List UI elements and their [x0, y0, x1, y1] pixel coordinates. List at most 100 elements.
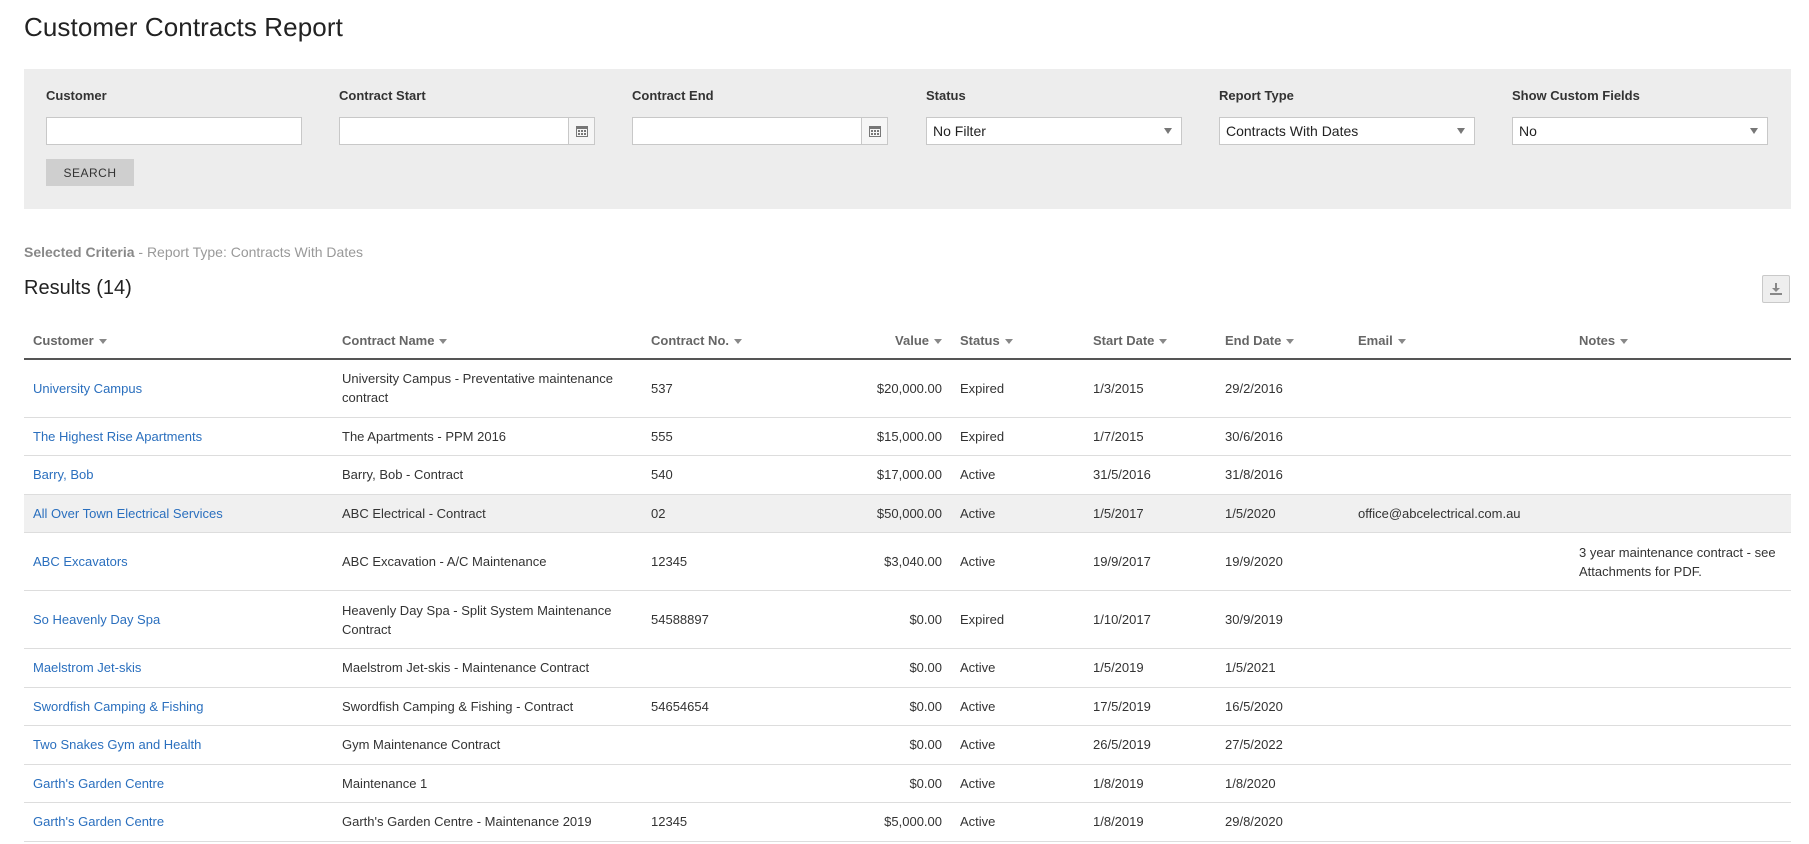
cell-value: $0.00 — [793, 764, 951, 803]
search-button[interactable]: SEARCH — [46, 159, 134, 186]
cell-status: Expired — [951, 359, 1084, 418]
customer-link[interactable]: Swordfish Camping & Fishing — [33, 699, 204, 714]
cell-contract-no — [642, 648, 793, 688]
sort-caret-icon[interactable] — [1004, 338, 1013, 344]
contract-end-input[interactable] — [632, 117, 888, 145]
cell-email — [1349, 359, 1570, 418]
cell-contract-name: Gym Maintenance Contract — [333, 725, 642, 765]
cell-notes — [1570, 687, 1791, 726]
cell-notes — [1570, 725, 1791, 765]
calendar-icon[interactable] — [861, 118, 887, 144]
cell-status: Active — [951, 494, 1084, 533]
cell-email — [1349, 687, 1570, 726]
status-select[interactable]: No Filter — [926, 117, 1182, 145]
column-header-status[interactable]: Status — [951, 322, 1084, 360]
cell-customer: ABC Excavators — [24, 532, 333, 591]
customer-link[interactable]: Two Snakes Gym and Health — [33, 737, 201, 752]
cell-end: 1/5/2020 — [1216, 494, 1349, 533]
sort-caret-icon[interactable] — [1286, 338, 1295, 344]
customer-link[interactable]: University Campus — [33, 381, 142, 396]
report-type-select[interactable]: Contracts With Dates — [1219, 117, 1475, 145]
cell-start: 1/5/2017 — [1084, 494, 1216, 533]
cell-email — [1349, 417, 1570, 456]
customer-link[interactable]: The Highest Rise Apartments — [33, 429, 202, 444]
column-header-contract-no[interactable]: Contract No. — [642, 322, 793, 360]
customer-link[interactable]: So Heavenly Day Spa — [33, 612, 160, 627]
calendar-icon[interactable] — [568, 118, 594, 144]
sort-caret-icon[interactable] — [98, 338, 107, 344]
column-header-contract-name[interactable]: Contract Name — [333, 322, 642, 360]
column-header-email[interactable]: Email — [1349, 322, 1570, 360]
cell-customer: All Over Town Electrical Services — [24, 494, 333, 533]
cell-email — [1349, 802, 1570, 842]
cell-end: 29/2/2016 — [1216, 359, 1349, 418]
export-button[interactable] — [1762, 275, 1790, 303]
cell-end: 30/6/2016 — [1216, 417, 1349, 456]
table-row: Two Snakes Gym and Health Gym Maintenance… — [24, 725, 1791, 765]
cell-customer: The Highest Rise Apartments — [24, 417, 333, 456]
customer-input[interactable] — [46, 117, 302, 145]
table-row: Garth's Garden Centre Garth's Garden Cent… — [24, 802, 1791, 842]
sort-caret-icon[interactable] — [734, 338, 742, 344]
cell-email — [1349, 764, 1570, 803]
customer-link[interactable]: Garth's Garden Centre — [33, 814, 164, 829]
cell-value: $3,040.00 — [793, 532, 951, 591]
cell-value: $0.00 — [793, 590, 951, 649]
cell-notes — [1570, 764, 1791, 803]
cell-end: 1/5/2021 — [1216, 648, 1349, 688]
cell-status: Active — [951, 802, 1084, 842]
table-row: University Campus University Campus - Pre… — [24, 359, 1791, 418]
cell-notes — [1570, 359, 1791, 418]
cell-contract-name: The Apartments - PPM 2016 — [333, 417, 642, 456]
cell-value: $20,000.00 — [793, 359, 951, 418]
customer-link[interactable]: Garth's Garden Centre — [33, 776, 164, 791]
customer-link[interactable]: ABC Excavators — [33, 554, 128, 569]
table-row: Maelstrom Jet-skis Maelstrom Jet-skis - M… — [24, 648, 1791, 688]
cell-start: 17/5/2019 — [1084, 687, 1216, 726]
column-header-label: Customer — [33, 332, 94, 348]
cell-end: 29/8/2020 — [1216, 802, 1349, 842]
column-header-value[interactable]: Value — [793, 322, 951, 360]
cell-notes — [1570, 417, 1791, 456]
cell-contract-no: 555 — [642, 417, 793, 456]
column-header-start[interactable]: Start Date — [1084, 322, 1216, 360]
cell-status: Active — [951, 764, 1084, 803]
cell-contract-no: 54588897 — [642, 590, 793, 649]
cell-end: 31/8/2016 — [1216, 455, 1349, 495]
sort-caret-icon[interactable] — [439, 338, 448, 344]
chevron-down-icon — [1457, 128, 1465, 134]
show-custom-fields-select-value: No — [1519, 123, 1537, 139]
contract-end-filter: Contract End — [632, 87, 888, 145]
cell-start: 1/8/2019 — [1084, 764, 1216, 803]
cell-notes — [1570, 648, 1791, 688]
sort-caret-icon[interactable] — [1159, 338, 1168, 344]
cell-value: $5,000.00 — [793, 802, 951, 842]
status-filter: Status No Filter — [926, 87, 1182, 145]
column-header-label: Status — [960, 332, 1000, 348]
cell-contract-name: Swordfish Camping & Fishing - Contract — [333, 687, 642, 726]
cell-customer: Swordfish Camping & Fishing — [24, 687, 333, 726]
cell-customer: So Heavenly Day Spa — [24, 590, 333, 649]
column-header-customer[interactable]: Customer — [24, 322, 333, 360]
column-header-label: Email — [1358, 332, 1393, 348]
column-header-notes[interactable]: Notes — [1570, 322, 1791, 360]
contract-start-input[interactable] — [339, 117, 595, 145]
cell-status: Active — [951, 532, 1084, 591]
selected-criteria: Selected Criteria - Report Type: Contrac… — [24, 244, 363, 260]
cell-contract-name: University Campus - Preventative mainten… — [333, 359, 642, 418]
sort-caret-icon[interactable] — [1620, 338, 1629, 344]
customer-link[interactable]: Barry, Bob — [33, 467, 93, 482]
customer-link[interactable]: Maelstrom Jet-skis — [33, 660, 141, 675]
customer-link[interactable]: All Over Town Electrical Services — [33, 506, 223, 521]
cell-status: Active — [951, 687, 1084, 726]
column-header-label: End Date — [1225, 332, 1282, 348]
column-header-label: Contract No. — [651, 332, 729, 348]
chevron-down-icon — [1164, 128, 1172, 134]
sort-caret-icon[interactable] — [934, 338, 942, 344]
cell-value: $0.00 — [793, 687, 951, 726]
report-type-label: Report Type — [1219, 88, 1294, 103]
cell-email — [1349, 532, 1570, 591]
show-custom-fields-select[interactable]: No — [1512, 117, 1768, 145]
column-header-end[interactable]: End Date — [1216, 322, 1349, 360]
sort-caret-icon[interactable] — [1397, 338, 1406, 344]
